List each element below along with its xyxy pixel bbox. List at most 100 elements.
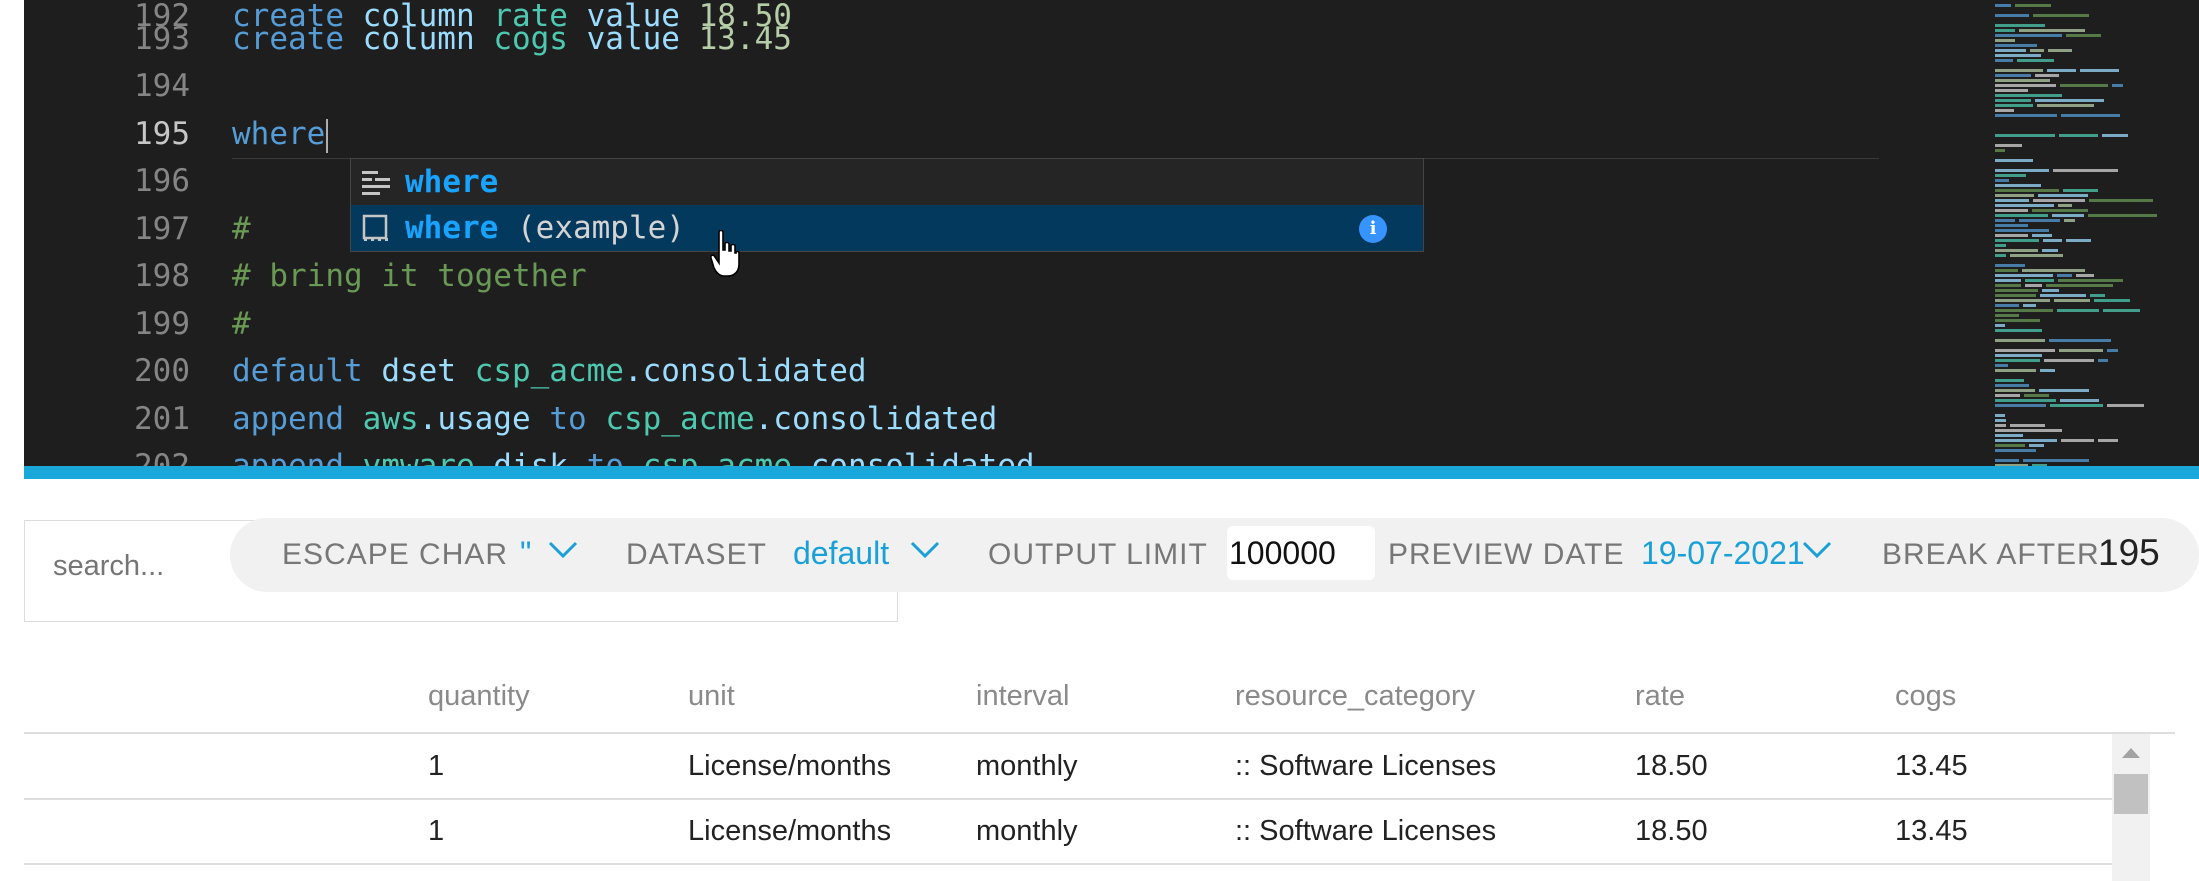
- code-line[interactable]: default dset csp_acme.consolidated: [232, 348, 867, 395]
- minimap-line: [2023, 459, 2089, 462]
- table-cell: 1: [428, 750, 445, 782]
- code-line[interactable]: #: [232, 206, 251, 253]
- line-number: 199: [134, 306, 190, 342]
- minimap-line: [1995, 34, 2062, 37]
- minimap-line: [1995, 189, 2059, 192]
- output-limit-input[interactable]: 100000: [1227, 526, 1375, 580]
- minimap-line: [2035, 74, 2059, 77]
- column-header[interactable]: unit: [688, 680, 735, 713]
- break-after-value[interactable]: 195: [2098, 532, 2160, 574]
- minimap-line: [2046, 284, 2113, 287]
- dataset-select[interactable]: default: [793, 535, 889, 572]
- minimap-line: [1995, 369, 2036, 372]
- minimap-line: [1995, 379, 2024, 382]
- column-header[interactable]: rate: [1635, 680, 1685, 713]
- table-row[interactable]: 1 License/months monthly :: Software Lic…: [24, 734, 2112, 800]
- scrollbar-thumb[interactable]: [2114, 774, 2148, 814]
- table-cell: 13.45: [1895, 750, 1968, 782]
- pane-splitter[interactable]: [24, 466, 2199, 479]
- column-header[interactable]: cogs: [1895, 680, 1956, 713]
- chevron-down-icon[interactable]: [1802, 540, 1832, 560]
- line-number: 198: [134, 258, 190, 294]
- minimap-line: [1995, 459, 2019, 462]
- minimap-line: [2032, 209, 2088, 212]
- minimap-line: [2058, 279, 2123, 282]
- line-number: 196: [134, 163, 190, 199]
- minimap-line: [2057, 274, 2072, 277]
- minimap-line: [2103, 309, 2140, 312]
- minimap-line: [1995, 359, 2040, 362]
- text-cursor: [326, 118, 329, 153]
- line-number-gutter: 192 193 194 195 196 197 198 199 200 201 …: [24, 0, 214, 470]
- minimap-line: [1995, 439, 2057, 442]
- minimap-line: [1995, 339, 2045, 342]
- code-line[interactable]: # bring it together: [232, 253, 587, 300]
- code-line[interactable]: create column cogs value 13.45: [232, 16, 792, 63]
- minimap-line: [2112, 84, 2123, 87]
- minimap[interactable]: [1989, 0, 2199, 470]
- minimap-line: [2098, 439, 2118, 442]
- minimap-line: [2010, 424, 2045, 427]
- code-line[interactable]: #: [232, 301, 251, 348]
- table-cell: monthly: [976, 750, 1078, 782]
- minimap-line: [1995, 59, 2013, 62]
- minimap-line: [2025, 284, 2042, 287]
- column-header[interactable]: interval: [976, 680, 1070, 713]
- escape-char-select[interactable]: ": [520, 535, 531, 572]
- minimap-line: [1995, 234, 2028, 237]
- minimap-line: [1995, 29, 2015, 32]
- autocomplete-popup[interactable]: where where (example) i: [350, 158, 1424, 252]
- minimap-line: [2090, 294, 2105, 297]
- minimap-line: [2066, 34, 2101, 37]
- minimap-line: [1995, 229, 2049, 232]
- minimap-line: [1995, 309, 2053, 312]
- minimap-line: [2107, 404, 2144, 407]
- code-line-active[interactable]: where: [232, 111, 329, 158]
- minimap-line: [1995, 134, 2055, 137]
- minimap-line: [1995, 214, 2048, 217]
- minimap-line: [1995, 144, 2022, 147]
- minimap-line: [2033, 199, 2085, 202]
- column-header[interactable]: quantity: [428, 680, 530, 713]
- minimap-line: [1995, 149, 2005, 152]
- minimap-line: [1995, 354, 2042, 357]
- minimap-line: [1995, 364, 2008, 367]
- suggestion-item-selected[interactable]: where (example) i: [351, 205, 1423, 251]
- minimap-line: [2053, 169, 2118, 172]
- minimap-line: [1995, 4, 2011, 7]
- minimap-line: [2057, 309, 2099, 312]
- table-header: quantity unit interval resource_category…: [24, 660, 2175, 734]
- minimap-line: [2061, 114, 2120, 117]
- column-header[interactable]: resource_category: [1235, 680, 1475, 713]
- minimap-line: [2035, 99, 2104, 102]
- table-scrollbar[interactable]: [2112, 734, 2150, 881]
- code-editor[interactable]: 192 193 194 195 196 197 198 199 200 201 …: [24, 0, 2199, 470]
- chevron-down-icon[interactable]: [910, 540, 940, 560]
- minimap-line: [1995, 319, 2040, 322]
- minimap-line: [2038, 194, 2088, 197]
- info-icon[interactable]: i: [1359, 215, 1387, 243]
- line-number: 197: [134, 211, 190, 247]
- minimap-line: [2063, 189, 2098, 192]
- minimap-line: [2019, 29, 2085, 32]
- minimap-line: [1995, 314, 2019, 317]
- line-number: 194: [134, 68, 190, 104]
- output-limit-label: OUTPUT LIMIT: [988, 538, 1208, 571]
- minimap-line: [2032, 234, 2052, 237]
- minimap-line: [2030, 49, 2044, 52]
- minimap-line: [2059, 349, 2103, 352]
- minimap-line: [2043, 239, 2062, 242]
- minimap-line: [1995, 114, 2057, 117]
- minimap-line: [1995, 84, 2056, 87]
- minimap-line: [1995, 184, 2041, 187]
- suggestion-item[interactable]: where: [351, 159, 1423, 205]
- table-cell: :: Software Licenses: [1235, 750, 1497, 782]
- minimap-line: [1995, 169, 2049, 172]
- table-cell: License/months: [688, 815, 892, 847]
- minimap-line: [2102, 134, 2128, 137]
- table-row[interactable]: 1 License/months monthly :: Software Lic…: [24, 799, 2112, 865]
- preview-date-select[interactable]: 19-07-2021: [1641, 535, 1805, 572]
- scroll-up-arrow-icon[interactable]: [2122, 748, 2140, 758]
- chevron-down-icon[interactable]: [548, 540, 578, 560]
- code-line[interactable]: append aws.usage to csp_acme.consolidate…: [232, 396, 997, 443]
